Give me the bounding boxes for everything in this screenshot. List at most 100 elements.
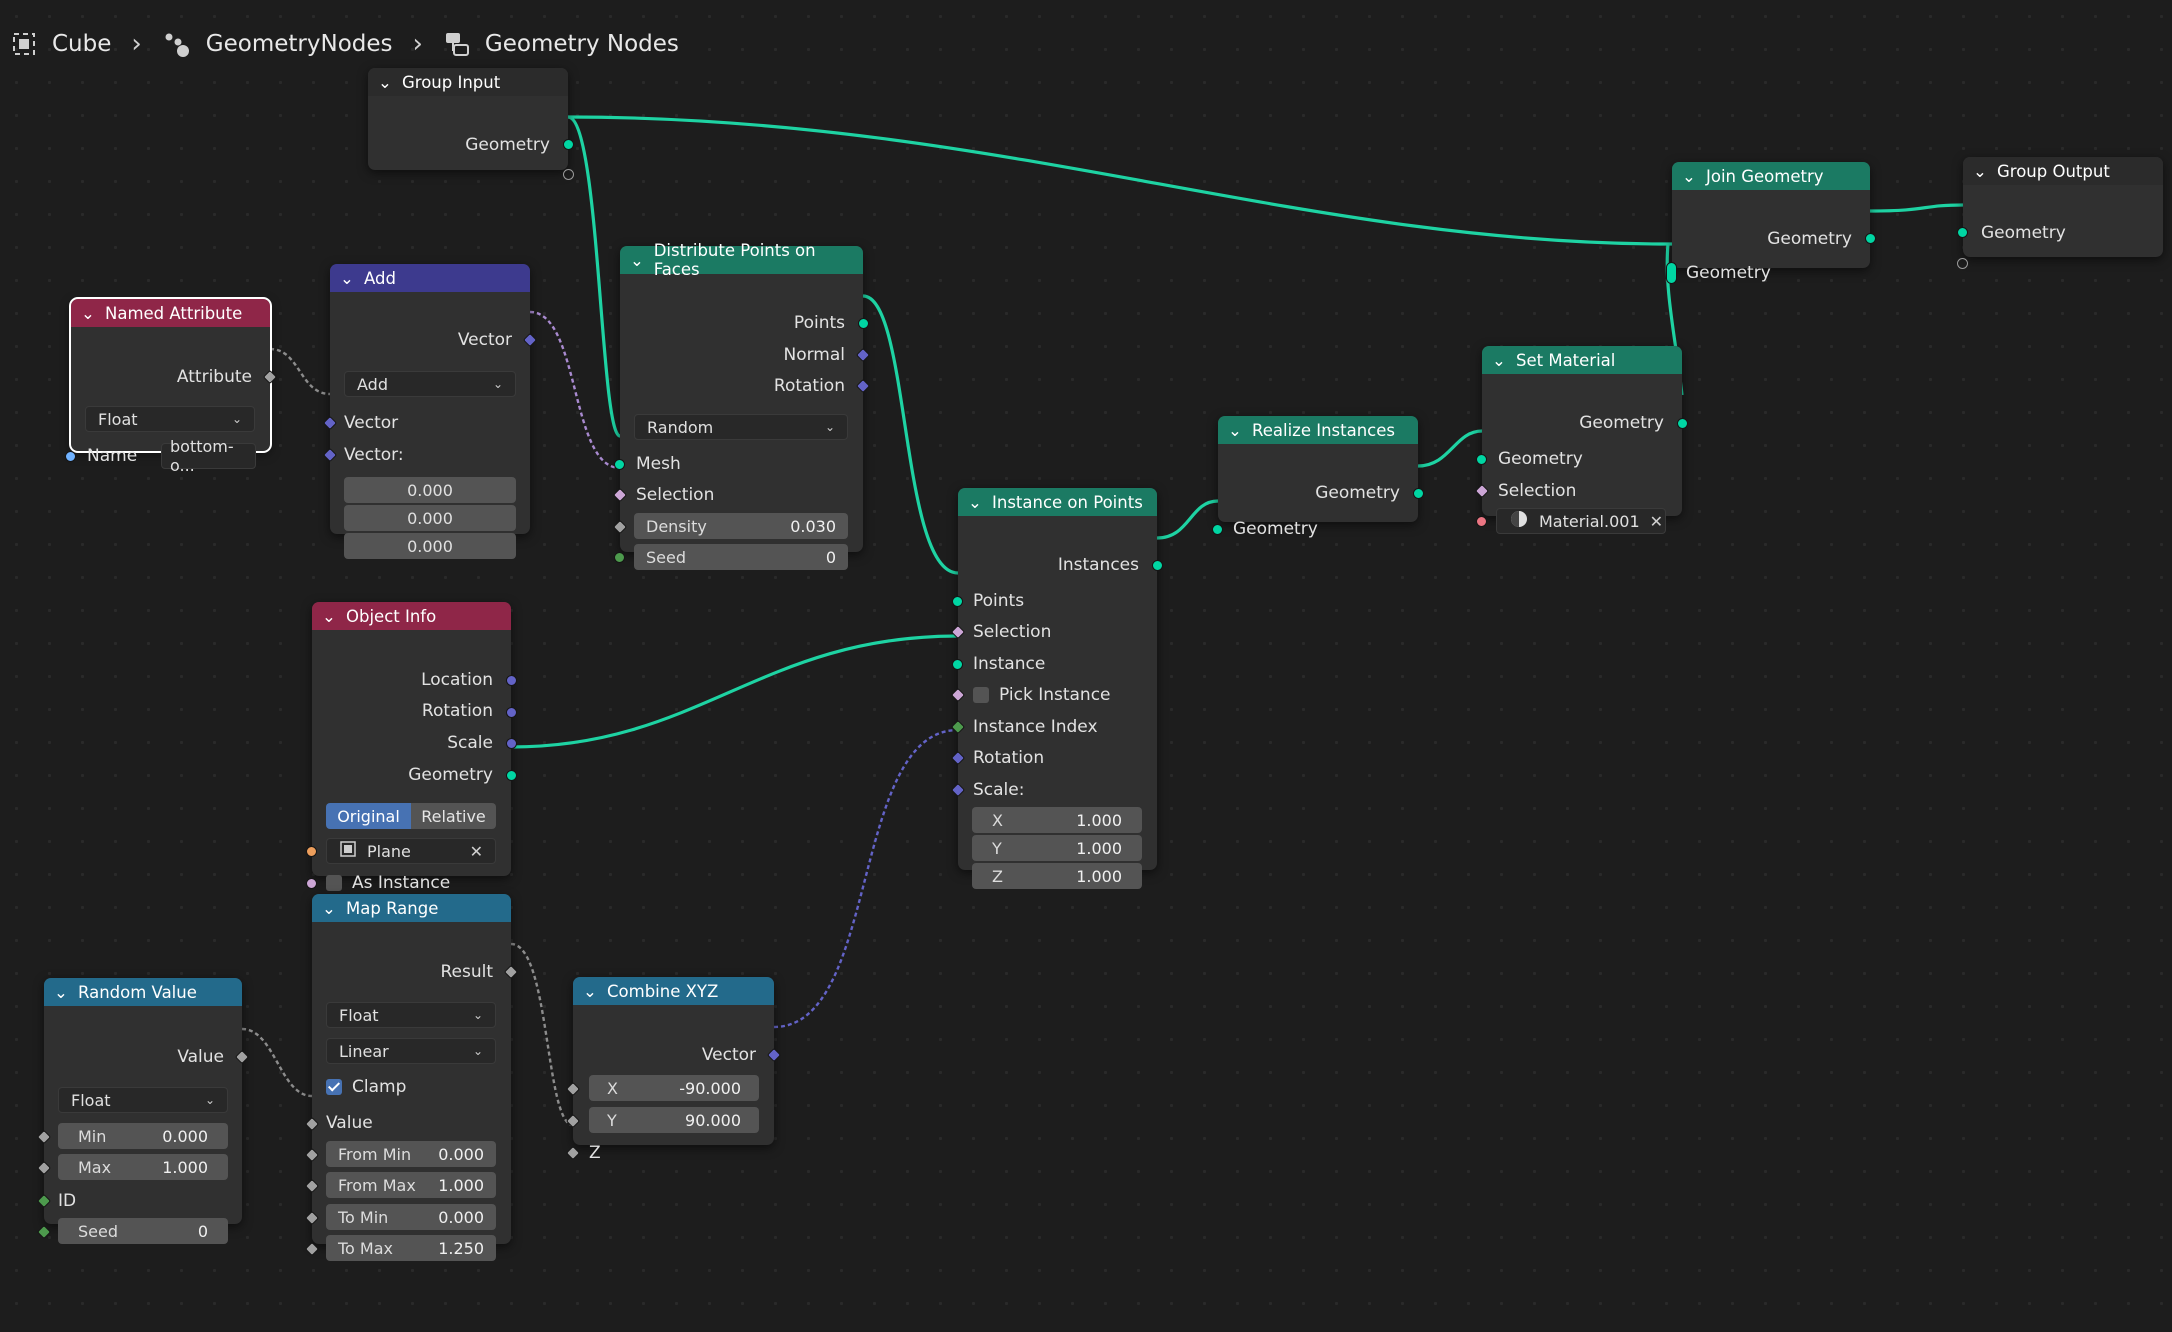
geometry-input-socket[interactable] [1957,227,1968,238]
max-field[interactable]: Max 1.000 [58,1154,228,1180]
density-input-socket[interactable] [612,519,628,535]
collapse-chevron-icon[interactable]: ⌄ [1492,351,1508,370]
virtual-input-socket[interactable] [1957,258,1968,269]
node-object-info[interactable]: ⌄ Object Info Location Rotation Scale Geo… [306,602,517,893]
seed-field[interactable]: Seed 0 [634,544,848,570]
scale-x-field[interactable]: X 1.000 [972,807,1142,833]
node-header[interactable]: ⌄ Join Geometry [1672,162,1870,190]
geometry-output-socket[interactable] [1677,418,1688,429]
from-max-input-socket[interactable] [304,1178,320,1194]
geometry-output-socket[interactable] [1413,488,1424,499]
collapse-chevron-icon[interactable]: ⌄ [1973,162,1989,181]
collapse-chevron-icon[interactable]: ⌄ [583,982,599,1001]
clamp-toggle[interactable]: Clamp [312,1072,511,1102]
virtual-output-socket[interactable] [563,169,574,180]
name-field[interactable]: bottom-o... [161,437,256,475]
breadcrumb-modifier[interactable]: GeometryNodes [206,31,393,57]
y-input-socket[interactable] [565,1113,581,1129]
collapse-chevron-icon[interactable]: ⌄ [1682,167,1698,186]
node-random-value[interactable]: ⌄ Random Value Value Float ⌄ Min 0.000 Max 1… [36,978,250,1244]
collapse-chevron-icon[interactable]: ⌄ [322,899,338,918]
as-instance-checkbox[interactable] [326,875,342,891]
instance-input-socket[interactable] [952,659,963,670]
x-field[interactable]: X -90.000 [589,1075,759,1101]
points-input-socket[interactable] [952,596,963,607]
transform-space-toggle[interactable]: Original Relative [326,803,496,829]
node-group-input[interactable]: ⌄ Group Input Geometry [368,68,574,180]
x-input-socket[interactable] [565,1081,581,1097]
geometry-output-socket[interactable] [506,770,517,781]
as-instance-input-socket[interactable] [306,878,317,889]
object-input-socket[interactable] [306,846,317,857]
from-max-field[interactable]: From Max 1.000 [326,1172,496,1198]
y-field[interactable]: Y 90.000 [589,1107,759,1133]
original-option[interactable]: Original [326,803,411,829]
node-header[interactable]: ⌄ Map Range [312,894,511,922]
node-named-attribute[interactable]: ⌄ Named Attribute Attribute Float ⌄ Name b… [65,297,278,475]
geometry-multi-input-socket[interactable] [1666,262,1677,284]
geometry-output-socket[interactable] [1865,233,1876,244]
rotation-output-socket[interactable] [506,707,517,718]
geometry-input-socket[interactable] [1212,524,1223,535]
clear-object-icon[interactable]: ✕ [470,842,483,861]
location-output-socket[interactable] [506,675,517,686]
object-field[interactable]: Plane ✕ [326,838,496,864]
collapse-chevron-icon[interactable]: ⌄ [322,607,338,626]
scale-z-field[interactable]: Z 1.000 [972,863,1142,889]
max-input-socket[interactable] [36,1160,52,1176]
geometry-input-socket[interactable] [1476,454,1487,465]
node-header[interactable]: ⌄ Set Material [1482,346,1682,374]
node-header[interactable]: ⌄ Object Info [312,602,511,630]
node-header[interactable]: ⌄ Realize Instances [1218,416,1418,444]
node-set-material[interactable]: ⌄ Set Material Geometry Geometry Selectio… [1474,346,1688,534]
node-header[interactable]: ⌄ Combine XYZ [573,977,774,1005]
geometry-output-socket[interactable] [563,139,574,150]
scale-y-field[interactable]: Y 1.000 [972,835,1142,861]
node-map-range[interactable]: ⌄ Map Range Result Float ⌄ Linear ⌄ Clamp V… [304,894,519,1261]
collapse-chevron-icon[interactable]: ⌄ [81,304,97,323]
node-join-geometry[interactable]: ⌄ Join Geometry Geometry Geometry [1666,162,1876,284]
breadcrumb-object[interactable]: Cube [52,31,111,57]
from-min-input-socket[interactable] [304,1147,320,1163]
node-header[interactable]: ⌄ Distribute Points on Faces [620,241,863,279]
collapse-chevron-icon[interactable]: ⌄ [378,73,394,92]
to-min-input-socket[interactable] [304,1210,320,1226]
distribute-method-dropdown[interactable]: Random ⌄ [634,414,848,440]
node-realize-instances[interactable]: ⌄ Realize Instances Geometry Geometry [1212,416,1424,539]
data-type-dropdown[interactable]: Float ⌄ [326,1002,496,1028]
to-max-field[interactable]: To Max 1.250 [326,1235,496,1261]
node-vector-math-add[interactable]: ⌄ Add Vector Add ⌄ Vector Vector: 0.000 0.… [322,264,538,559]
pick-instance-toggle[interactable]: Pick Instance [958,680,1157,710]
scale-output-socket[interactable] [506,738,517,749]
data-type-dropdown[interactable]: Float ⌄ [85,406,255,432]
material-input-socket[interactable] [1476,516,1487,527]
collapse-chevron-icon[interactable]: ⌄ [340,269,356,288]
collapse-chevron-icon[interactable]: ⌄ [54,983,70,1002]
relative-option[interactable]: Relative [411,803,496,829]
node-header[interactable]: ⌄ Instance on Points [958,488,1157,516]
collapse-chevron-icon[interactable]: ⌄ [1228,421,1244,440]
from-min-field[interactable]: From Min 0.000 [326,1141,496,1167]
node-header[interactable]: ⌄ Named Attribute [71,299,270,327]
min-field[interactable]: Min 0.000 [58,1123,228,1149]
node-header[interactable]: ⌄ Random Value [44,978,242,1006]
collapse-chevron-icon[interactable]: ⌄ [630,251,646,270]
node-group-output[interactable]: ⌄ Group Output Geometry [1957,157,2163,269]
vector-z-field[interactable]: 0.000 [344,533,516,559]
operation-dropdown[interactable]: Add ⌄ [344,371,516,397]
instances-output-socket[interactable] [1152,560,1163,571]
name-input-socket[interactable] [65,451,76,462]
node-header[interactable]: ⌄ Add [330,264,530,292]
seed-field[interactable]: Seed 0 [58,1218,228,1244]
to-max-input-socket[interactable] [304,1241,320,1257]
vector-x-field[interactable]: 0.000 [344,477,516,503]
breadcrumb-node-tree[interactable]: Geometry Nodes [485,31,679,57]
data-type-dropdown[interactable]: Float ⌄ [58,1087,228,1113]
node-header[interactable]: ⌄ Group Output [1963,157,2163,185]
interpolation-dropdown[interactable]: Linear ⌄ [326,1038,496,1064]
min-input-socket[interactable] [36,1129,52,1145]
node-header[interactable]: ⌄ Group Input [368,68,568,96]
seed-input-socket[interactable] [614,552,625,563]
pick-instance-checkbox[interactable] [973,687,989,703]
clear-material-icon[interactable]: ✕ [1650,512,1663,531]
